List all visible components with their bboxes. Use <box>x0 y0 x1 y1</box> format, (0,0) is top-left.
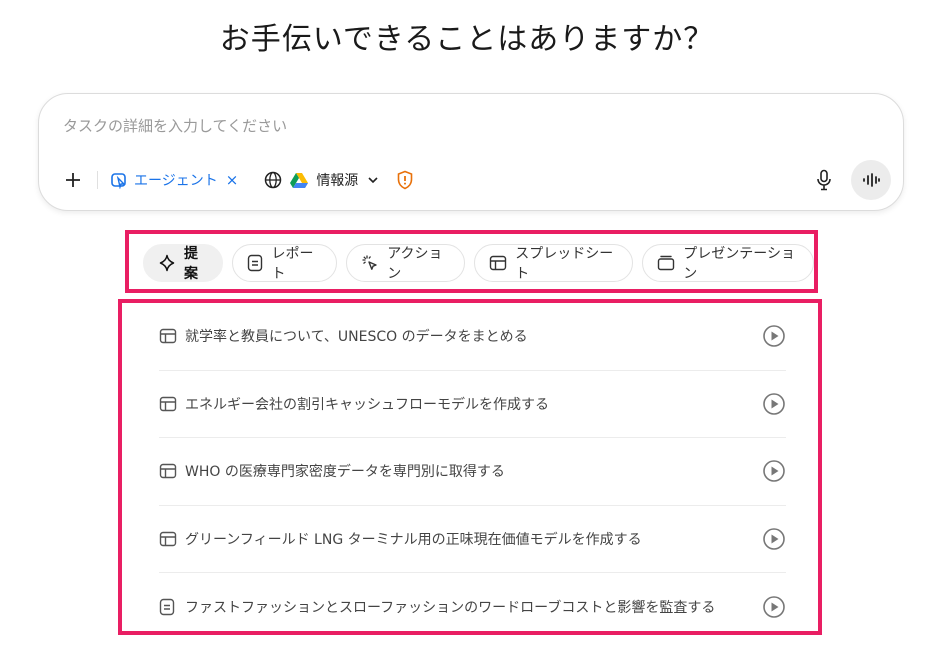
google-drive-button[interactable] <box>290 172 309 188</box>
run-suggestion-button[interactable] <box>762 595 786 619</box>
plus-icon <box>66 173 80 187</box>
play-icon <box>763 460 785 483</box>
source-dropdown[interactable] <box>366 173 380 187</box>
run-suggestion-button[interactable] <box>762 459 786 483</box>
google-drive-icon <box>290 173 309 188</box>
table-icon <box>159 328 177 344</box>
tab-suggestions[interactable]: 提案 <box>143 244 224 282</box>
tab-label: プレゼンテーション <box>683 246 795 282</box>
agent-icon <box>111 173 126 189</box>
cursor-click-icon <box>361 254 379 272</box>
suggestion-text: エネルギー会社の割引キャッシュフローモデルを作成する <box>185 396 549 413</box>
table-icon <box>489 255 507 271</box>
tab-spreadsheet[interactable]: スプレッドシート <box>474 244 634 282</box>
task-input[interactable]: タスクの詳細を入力してください <box>63 115 287 136</box>
play-icon <box>763 392 785 415</box>
microphone-button[interactable] <box>813 166 835 194</box>
tab-label: アクション <box>387 246 443 282</box>
run-suggestion-button[interactable] <box>762 324 786 348</box>
globe-icon <box>265 171 282 189</box>
play-icon <box>763 595 785 618</box>
microphone-icon <box>817 169 831 191</box>
page-title: お手伝いできることはありますか？ <box>219 22 715 57</box>
tab-label: レポート <box>271 246 314 282</box>
add-button[interactable] <box>59 166 87 194</box>
tab-label: スプレッドシート <box>515 246 614 282</box>
agent-mode-chip[interactable]: エージェント × <box>110 170 238 190</box>
category-tabs: 提案 レポート アクション スプレッドシート プレゼンテーション <box>143 244 814 282</box>
tab-action[interactable]: アクション <box>346 244 466 282</box>
agent-mode-label: エージェント <box>134 173 218 189</box>
tab-report[interactable]: レポート <box>232 244 338 282</box>
chevron-down-icon <box>368 177 378 184</box>
voice-mode-button[interactable] <box>851 160 891 200</box>
agent-remove-button[interactable]: × <box>226 171 239 189</box>
source-selector-label[interactable]: 情報源 <box>316 170 358 190</box>
tab-label: 提案 <box>184 246 198 282</box>
document-icon <box>159 598 177 616</box>
suggestion-text: WHO の医療専門家密度データを専門別に取得する <box>185 464 505 481</box>
suggestion-list-highlight: 就学率と教員について、UNESCO のデータをまとめる エネルギー会社の割引キャ… <box>118 299 822 635</box>
suggestion-item[interactable]: エネルギー会社の割引キャッシュフローモデルを作成する <box>159 371 786 438</box>
suggestion-list: 就学率と教員について、UNESCO のデータをまとめる エネルギー会社の割引キャ… <box>159 303 786 641</box>
suggestion-text: ファストファッションとスローファッションのワードローブコストと影響を監査する <box>185 599 716 616</box>
suggestion-item[interactable]: 就学率と教員について、UNESCO のデータをまとめる <box>159 303 786 371</box>
slides-icon <box>657 255 675 271</box>
play-icon <box>763 325 785 348</box>
table-icon <box>159 531 177 547</box>
play-icon <box>763 527 785 550</box>
suggestion-item[interactable]: ファストファッションとスローファッションのワードローブコストと影響を監査する <box>159 573 786 641</box>
suggestion-text: グリーンフィールド LNG ターミナル用の正味現在価値モデルを作成する <box>185 531 642 548</box>
toolbar-divider <box>97 171 98 189</box>
run-suggestion-button[interactable] <box>762 527 786 551</box>
task-composer: タスクの詳細を入力してください エージェント × 情報源 <box>38 93 904 211</box>
sparkle-icon <box>158 254 176 272</box>
security-status-button[interactable] <box>396 170 414 190</box>
document-icon <box>247 254 263 272</box>
suggestion-item[interactable]: グリーンフィールド LNG ターミナル用の正味現在価値モデルを作成する <box>159 506 786 573</box>
table-icon <box>159 396 177 412</box>
run-suggestion-button[interactable] <box>762 392 786 416</box>
voice-waveform-icon <box>863 173 880 187</box>
suggestion-item[interactable]: WHO の医療専門家密度データを専門別に取得する <box>159 438 786 506</box>
shield-alert-icon <box>398 170 413 190</box>
web-search-button[interactable] <box>264 171 282 189</box>
tab-presentation[interactable]: プレゼンテーション <box>642 244 814 282</box>
category-tabs-highlight: 提案 レポート アクション スプレッドシート プレゼンテーション <box>125 230 818 293</box>
composer-toolbar: エージェント × 情報源 <box>59 162 414 198</box>
suggestion-text: 就学率と教員について、UNESCO のデータをまとめる <box>185 329 528 346</box>
table-icon <box>159 463 177 479</box>
